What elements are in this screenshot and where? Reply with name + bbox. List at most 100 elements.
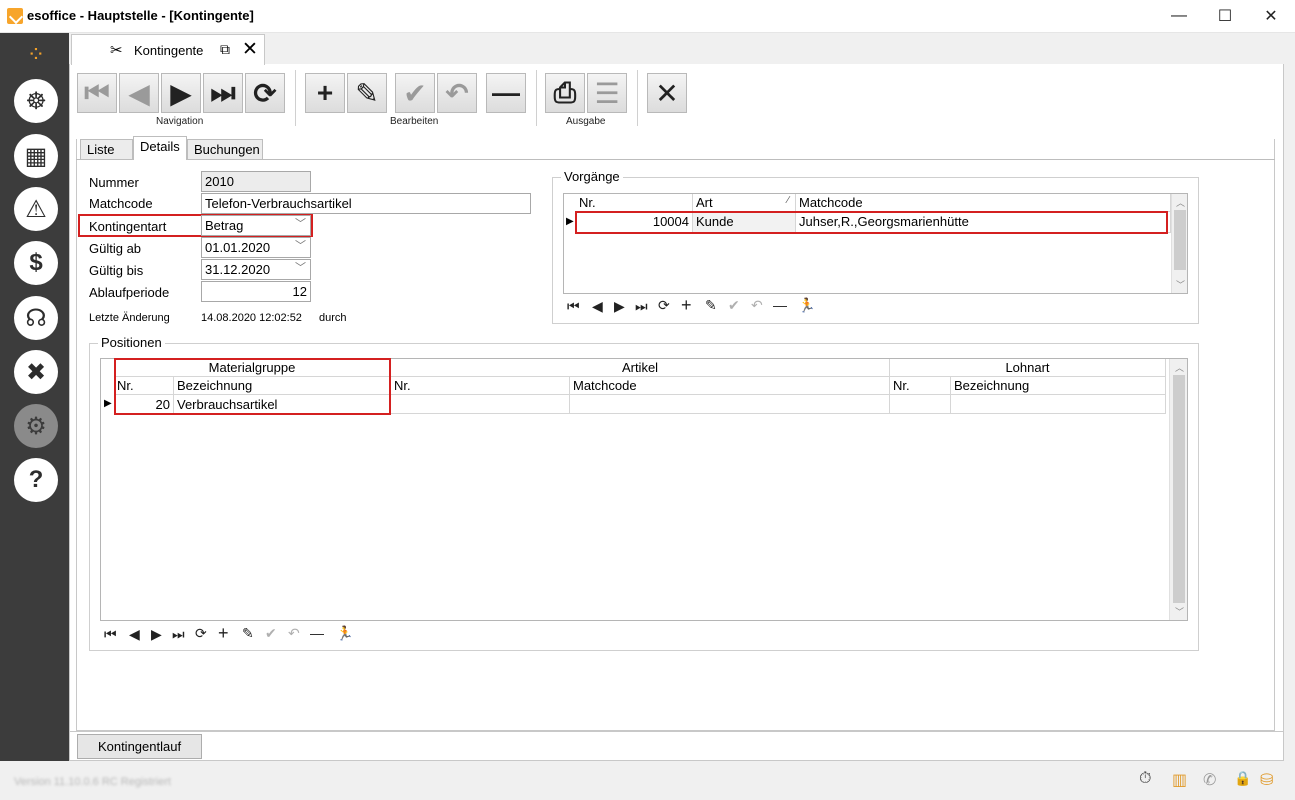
delete-icon[interactable]: — bbox=[310, 625, 324, 641]
help-icon[interactable]: ? bbox=[14, 458, 58, 502]
vorgaenge-scrollbar[interactable]: ︿ ﹀ bbox=[1171, 194, 1187, 293]
gueltig-bis-date[interactable]: 31.12.2020 ﹀ bbox=[201, 259, 311, 280]
sort-icon: ∕ bbox=[787, 195, 789, 206]
helm-icon[interactable]: ☸ bbox=[14, 79, 58, 123]
tab-buchungen[interactable]: Buchungen bbox=[187, 139, 263, 159]
refresh-button[interactable]: ⟳ bbox=[245, 73, 285, 113]
tab-details[interactable]: Details bbox=[133, 136, 187, 160]
add-icon[interactable]: + bbox=[218, 623, 229, 644]
close-record-button[interactable]: ✕ bbox=[647, 73, 687, 113]
band-lohnart: Lohnart bbox=[890, 359, 1166, 377]
undo-button[interactable]: ↶ bbox=[437, 73, 477, 113]
refresh-icon[interactable]: ⟳ bbox=[658, 297, 670, 314]
pos-col-art-matchcode[interactable]: Matchcode bbox=[570, 377, 890, 395]
undo-icon[interactable]: ↶ bbox=[288, 625, 300, 642]
alarm-icon[interactable]: ⚠ bbox=[14, 187, 58, 231]
document-tab-kontingente[interactable]: ✂ Kontingente ⧉ ✕ bbox=[71, 34, 265, 65]
next-icon[interactable]: ▶ bbox=[151, 626, 162, 643]
last-record-button[interactable]: ⏭ bbox=[203, 73, 243, 113]
kontingentlauf-button[interactable]: Kontingentlauf bbox=[77, 734, 202, 759]
previous-record-button[interactable]: ◀ bbox=[119, 73, 159, 113]
print-button[interactable]: ⎙ bbox=[545, 73, 585, 113]
tab-liste[interactable]: Liste bbox=[80, 139, 133, 159]
edit-button[interactable]: ✎ bbox=[347, 73, 387, 113]
edit-icon[interactable]: ✎ bbox=[242, 625, 254, 642]
next-icon[interactable]: ▶ bbox=[614, 298, 625, 315]
last-icon[interactable]: ⏭ bbox=[635, 298, 648, 315]
first-record-button[interactable]: ⏮ bbox=[77, 73, 117, 113]
delete-button[interactable]: — bbox=[486, 73, 526, 113]
chevron-down-icon[interactable]: ﹀ bbox=[295, 239, 306, 254]
database-icon[interactable]: ⛁ bbox=[1260, 770, 1273, 790]
refresh-icon[interactable]: ⟳ bbox=[195, 625, 207, 642]
toolbar-group-output: Ausgabe bbox=[566, 116, 606, 127]
popout-icon[interactable]: ⧉ bbox=[220, 41, 230, 58]
gueltig-bis-value: 31.12.2020 bbox=[205, 262, 271, 277]
kontingentart-select[interactable]: Betrag ﹀ bbox=[201, 215, 311, 236]
building-icon[interactable]: ▥ bbox=[1172, 770, 1187, 790]
money-icon[interactable]: $ bbox=[14, 241, 58, 285]
positionen-title: Positionen bbox=[98, 335, 165, 350]
add-icon[interactable]: + bbox=[681, 295, 692, 316]
prev-icon[interactable]: ◀ bbox=[129, 626, 140, 643]
add-button[interactable]: + bbox=[305, 73, 345, 113]
nummer-field[interactable]: 2010 bbox=[201, 171, 311, 192]
vorgaenge-col-nr[interactable]: Nr. bbox=[576, 194, 693, 212]
gueltig-ab-label: Gültig ab bbox=[89, 241, 142, 256]
minimize-button[interactable]: — bbox=[1156, 0, 1202, 32]
tab-strip-line bbox=[76, 159, 1275, 160]
gueltig-bis-label: Gültig bis bbox=[89, 263, 144, 278]
pos-cell-lohn-bez[interactable] bbox=[951, 395, 1166, 414]
gears-icon[interactable]: ⚙ bbox=[14, 404, 58, 448]
close-tab-icon[interactable]: ✕ bbox=[242, 38, 258, 61]
pos-cell-art-matchcode[interactable] bbox=[570, 395, 890, 414]
first-icon[interactable]: ⏮ bbox=[104, 626, 117, 643]
tools-icon: ✂ bbox=[110, 42, 123, 59]
version-text: Version 11.10.0.6 RC Registriert bbox=[14, 776, 171, 788]
row-indicator-icon: ▶ bbox=[566, 216, 574, 227]
nummer-label: Nummer bbox=[89, 175, 139, 190]
toolbar-separator bbox=[536, 70, 537, 126]
tools-icon[interactable]: ✖ bbox=[14, 350, 58, 394]
first-icon[interactable]: ⏮ bbox=[567, 298, 580, 315]
pos-col-lohn-bez[interactable]: Bezeichnung bbox=[951, 377, 1166, 395]
timer-icon[interactable]: ⏱ bbox=[1139, 770, 1151, 788]
scrollbar-thumb[interactable] bbox=[1174, 210, 1186, 270]
chevron-down-icon[interactable]: ﹀ bbox=[295, 217, 306, 232]
prev-icon[interactable]: ◀ bbox=[592, 298, 603, 315]
scrollbar-thumb[interactable] bbox=[1173, 375, 1185, 603]
maximize-button[interactable]: ☐ bbox=[1202, 0, 1248, 32]
gueltig-ab-value: 01.01.2020 bbox=[205, 240, 271, 255]
esoffice-logo-icon: ⁘ bbox=[26, 42, 46, 67]
edit-icon[interactable]: ✎ bbox=[705, 297, 717, 314]
gueltig-ab-date[interactable]: 01.01.2020 ﹀ bbox=[201, 237, 311, 258]
toolbar-separator bbox=[637, 70, 638, 126]
headset-icon[interactable]: ☊ bbox=[14, 296, 58, 340]
pos-cell-art-nr[interactable] bbox=[391, 395, 570, 414]
save-icon[interactable]: ✔ bbox=[728, 297, 740, 314]
vorgaenge-col-matchcode[interactable]: Matchcode bbox=[796, 194, 1171, 212]
pos-cell-lohn-nr[interactable] bbox=[890, 395, 951, 414]
pos-col-art-nr[interactable]: Nr. bbox=[391, 377, 570, 395]
save-button[interactable]: ✔ bbox=[395, 73, 435, 113]
ablaufperiode-field[interactable]: 12 bbox=[201, 281, 311, 302]
matchcode-field[interactable]: Telefon-Verbrauchsartikel bbox=[201, 193, 531, 214]
row-indicator-icon: ▶ bbox=[104, 398, 112, 409]
chevron-down-icon[interactable]: ﹀ bbox=[295, 261, 306, 276]
vorgaenge-col-art[interactable]: Art ∕ bbox=[693, 194, 796, 212]
run-icon[interactable]: 🏃 bbox=[336, 625, 353, 642]
run-icon[interactable]: 🏃 bbox=[798, 297, 815, 314]
pos-col-lohn-nr[interactable]: Nr. bbox=[890, 377, 951, 395]
delete-icon[interactable]: — bbox=[773, 297, 787, 313]
last-icon[interactable]: ⏭ bbox=[172, 626, 185, 643]
positionen-scrollbar[interactable]: ︿ ﹀ bbox=[1169, 359, 1187, 620]
next-record-button[interactable]: ▶ bbox=[161, 73, 201, 113]
undo-icon[interactable]: ↶ bbox=[751, 297, 763, 314]
phone-icon[interactable]: ✆ bbox=[1203, 770, 1216, 790]
toolbar-group-edit: Bearbeiten bbox=[390, 116, 439, 127]
save-icon[interactable]: ✔ bbox=[265, 625, 277, 642]
export-button[interactable]: ☰ bbox=[587, 73, 627, 113]
window-close-button[interactable]: ✕ bbox=[1248, 0, 1294, 32]
calendar-icon[interactable]: ▦ bbox=[14, 134, 58, 178]
lock-icon[interactable]: 🔒 bbox=[1234, 770, 1251, 787]
